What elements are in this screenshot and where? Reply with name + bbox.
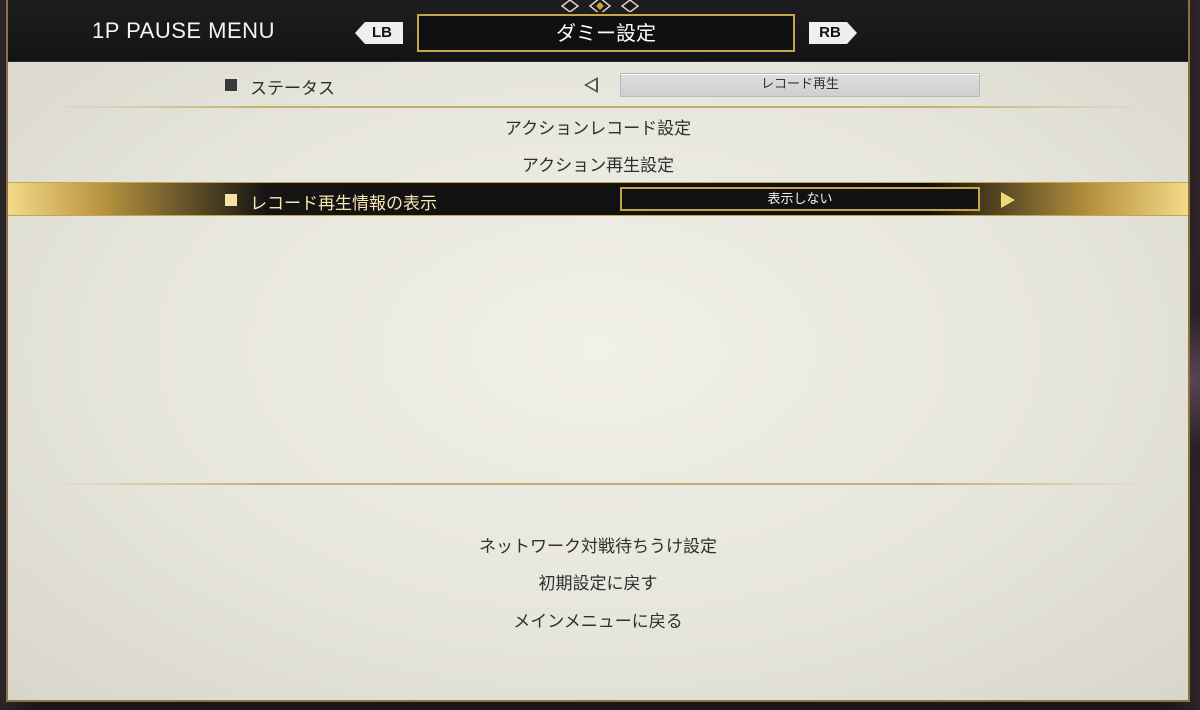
menu-frame	[6, 0, 1190, 702]
